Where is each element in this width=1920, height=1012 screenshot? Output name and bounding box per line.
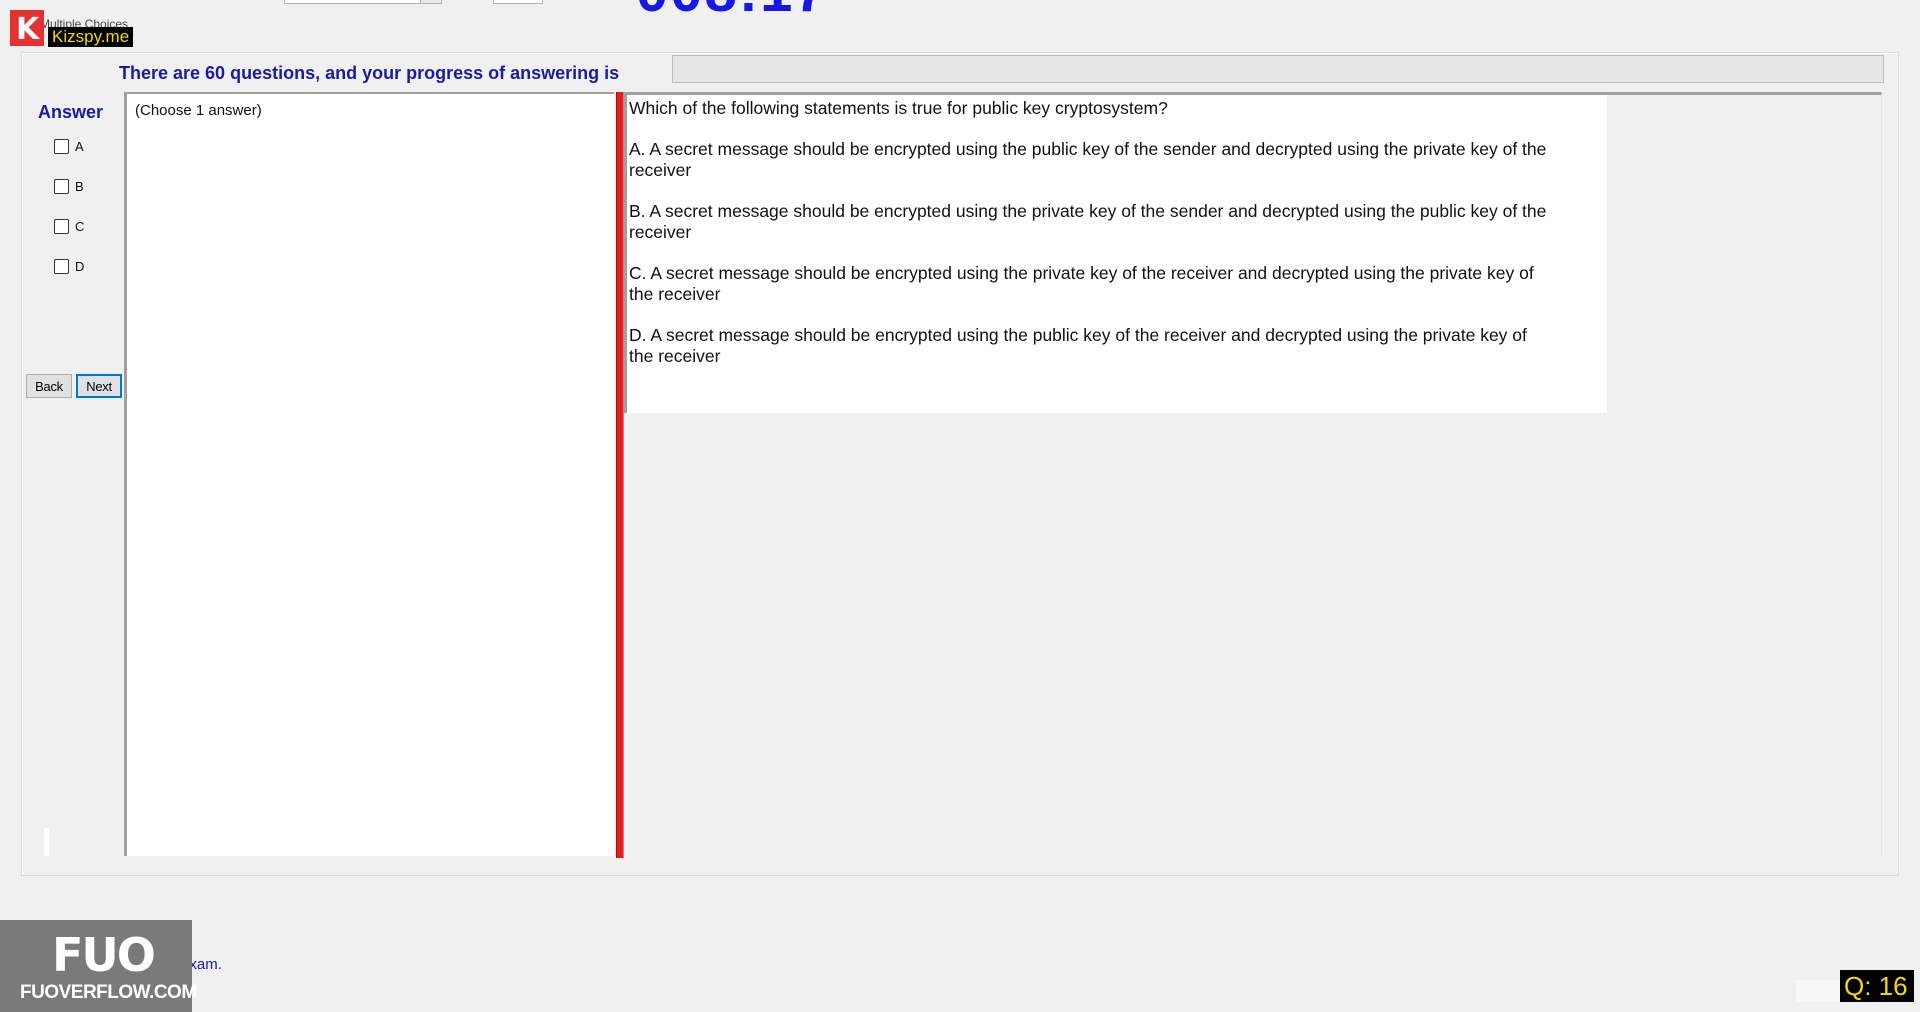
answer-option-b[interactable]: B xyxy=(54,179,84,194)
answer-option-a[interactable]: A xyxy=(54,139,84,154)
answer-option-label: B xyxy=(75,179,84,194)
checkbox-icon[interactable] xyxy=(54,219,69,234)
question-choice-c: C. A secret message should be encrypted … xyxy=(629,263,1534,304)
checkbox-icon[interactable] xyxy=(54,259,69,274)
kizspy-logo-icon: K xyxy=(10,10,44,47)
answer-option-label: A xyxy=(75,139,84,154)
question-content: Which of the following statements is tru… xyxy=(629,98,1549,387)
fuo-site-label: FUOVERFLOW.COM xyxy=(20,982,197,1003)
answer-box xyxy=(124,92,614,856)
counter-background xyxy=(1796,980,1840,1002)
answer-option-c[interactable]: C xyxy=(54,219,84,234)
question-choice-d: D. A secret message should be encrypted … xyxy=(629,325,1527,366)
dropdown-arrow-icon[interactable] xyxy=(420,0,441,3)
countdown-timer: 008:17 xyxy=(636,0,829,25)
back-button[interactable]: Back xyxy=(26,374,72,398)
scroll-marker xyxy=(44,828,49,856)
font-size-box[interactable] xyxy=(493,0,543,4)
answer-title: Answer xyxy=(38,102,104,122)
checkbox-icon[interactable] xyxy=(54,179,69,194)
fuoverflow-watermark: FUO FUOVERFLOW.COM xyxy=(0,920,197,1012)
answer-option-d[interactable]: D xyxy=(54,259,84,274)
question-choice-a: A. A secret message should be encrypted … xyxy=(629,139,1547,180)
answer-option-label: C xyxy=(75,219,85,234)
kizspy-label: Kizspy.me xyxy=(48,27,134,47)
progress-label: There are 60 questions, and your progres… xyxy=(119,63,620,83)
answer-option-label: D xyxy=(75,259,85,274)
answer-instruction: (Choose 1 answer) xyxy=(135,102,262,119)
checkbox-icon[interactable] xyxy=(54,139,69,154)
progress-bar xyxy=(672,55,1884,83)
next-button[interactable]: Next xyxy=(76,374,122,398)
question-counter: Q: 16 xyxy=(1840,970,1914,1002)
exam-code-dropdown[interactable] xyxy=(284,0,442,4)
fuo-logo: FUO xyxy=(52,928,156,982)
question-text: Which of the following statements is tru… xyxy=(629,98,1168,118)
question-choice-b: B. A secret message should be encrypted … xyxy=(629,201,1547,242)
panel-splitter[interactable] xyxy=(616,92,624,858)
